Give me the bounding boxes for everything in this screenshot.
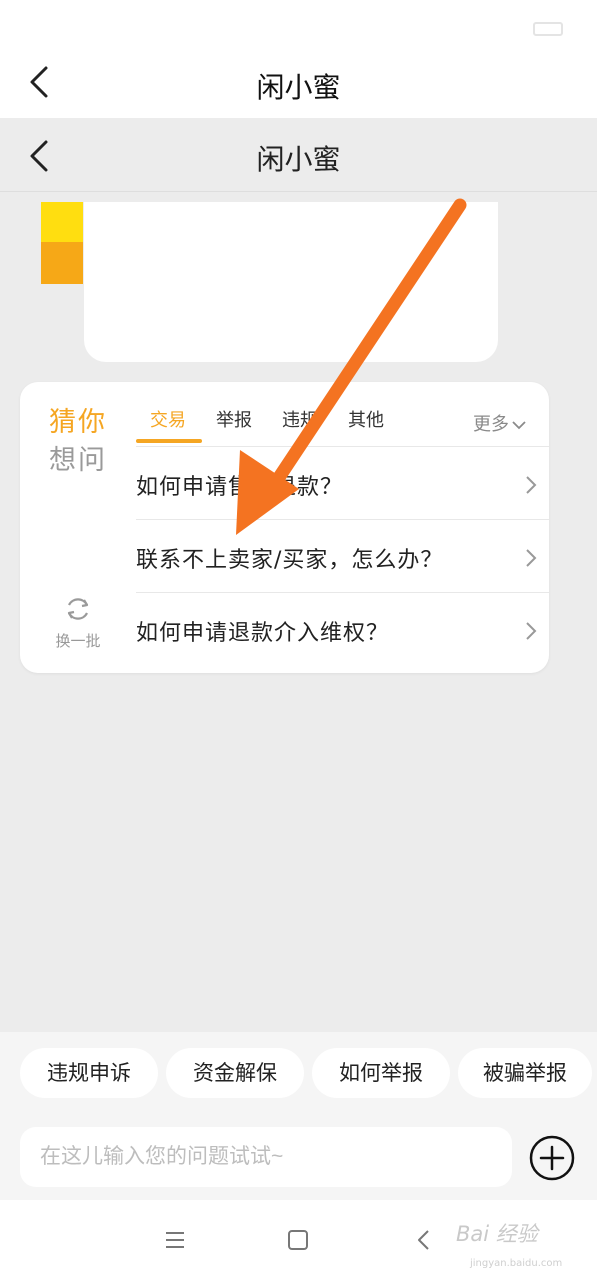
chevron-right-icon	[526, 622, 537, 640]
more-label: 更多	[473, 414, 509, 435]
guess-title-line2: 想问	[49, 445, 107, 476]
secondary-nav-bar: 闲小蜜	[0, 118, 597, 192]
message-bubble	[84, 202, 498, 362]
tab-other[interactable]: 其他	[348, 406, 384, 432]
question-row[interactable]: 如何申请售后退款？	[136, 446, 549, 519]
chevron-down-icon	[512, 421, 526, 430]
page-title: 闲小蜜	[256, 71, 341, 104]
watermark-logo: Bai 经验	[456, 1222, 538, 1246]
tab-trade[interactable]: 交易	[150, 406, 186, 432]
refresh-icon	[67, 598, 89, 620]
quick-reply-chip[interactable]: 资金解保	[166, 1048, 304, 1098]
question-text: 联系不上卖家/买家，怎么办？	[136, 548, 444, 573]
top-nav-bar: 闲小蜜	[0, 48, 597, 118]
system-back-icon[interactable]	[410, 1226, 438, 1254]
question-row[interactable]: 如何申请退款介入维权？	[136, 592, 549, 665]
chat-area[interactable]: 猜你 想问 换一批 交易 举报 违规 其他 更多 如何申请售后退款？ 联系不上卖…	[0, 192, 597, 1032]
quick-reply-chip[interactable]: 如何举报	[312, 1048, 450, 1098]
question-row[interactable]: 联系不上卖家/买家，怎么办？	[136, 519, 549, 592]
guess-title-line1: 猜你	[49, 407, 107, 438]
active-tab-underline	[136, 439, 202, 443]
watermark-url: jingyan.baidu.com	[470, 1258, 563, 1269]
refresh-batch-button[interactable]: 换一批	[48, 594, 108, 654]
chevron-right-icon	[526, 476, 537, 494]
guess-card: 猜你 想问 换一批 交易 举报 违规 其他 更多 如何申请售后退款？ 联系不上卖…	[20, 382, 549, 673]
plus-circle-icon[interactable]	[528, 1134, 576, 1182]
tab-violation[interactable]: 违规	[282, 406, 318, 432]
chevron-right-icon	[526, 549, 537, 567]
avatar-top-block	[41, 202, 83, 242]
home-square-icon[interactable]	[284, 1226, 312, 1254]
secondary-page-title: 闲小蜜	[256, 143, 341, 176]
avatar-bottom-block	[41, 242, 83, 284]
quick-reply-chip[interactable]: 违规申诉	[20, 1048, 158, 1098]
quick-reply-chip[interactable]: 被骗举报	[458, 1048, 592, 1098]
refresh-label: 换一批	[55, 632, 101, 650]
tab-report[interactable]: 举报	[216, 406, 252, 432]
battery-icon	[533, 22, 563, 36]
bot-avatar	[41, 202, 83, 284]
more-button[interactable]: 更多	[473, 410, 527, 436]
menu-icon[interactable]	[161, 1226, 189, 1254]
question-text: 如何申请售后退款？	[136, 475, 344, 500]
system-nav-bar: Bai 经验 jingyan.baidu.com	[0, 1200, 597, 1280]
question-text: 如何申请退款介入维权？	[136, 621, 390, 646]
status-bar	[0, 0, 597, 48]
message-input[interactable]	[20, 1127, 512, 1187]
quick-reply-bar: 违规申诉 资金解保 如何举报 被骗举报	[0, 1032, 597, 1200]
